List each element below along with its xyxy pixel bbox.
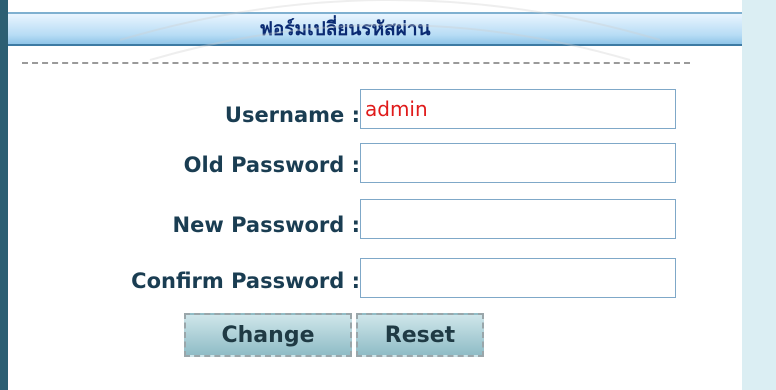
confirm-password-label: Confirm Password : xyxy=(131,269,360,293)
old-password-field[interactable] xyxy=(360,143,676,183)
right-panel-strip xyxy=(742,0,776,390)
old-password-label: Old Password : xyxy=(183,153,360,177)
form-title-bar: ฟอร์มเปลี่ยนรหัสผ่าน xyxy=(8,12,742,46)
new-password-field[interactable] xyxy=(360,199,676,239)
change-button[interactable]: Change xyxy=(184,313,352,357)
username-label: Username : xyxy=(224,103,360,127)
change-password-form: ฟอร์มเปลี่ยนรหัสผ่าน Username : Old Pass… xyxy=(0,0,776,390)
confirm-password-field[interactable] xyxy=(360,258,676,298)
new-password-label: New Password : xyxy=(172,213,360,237)
form-title: ฟอร์มเปลี่ยนรหัสผ่าน xyxy=(259,18,431,40)
dashed-divider xyxy=(22,62,690,64)
left-border xyxy=(0,0,8,390)
username-field[interactable] xyxy=(360,89,676,129)
reset-button[interactable]: Reset xyxy=(356,313,484,357)
